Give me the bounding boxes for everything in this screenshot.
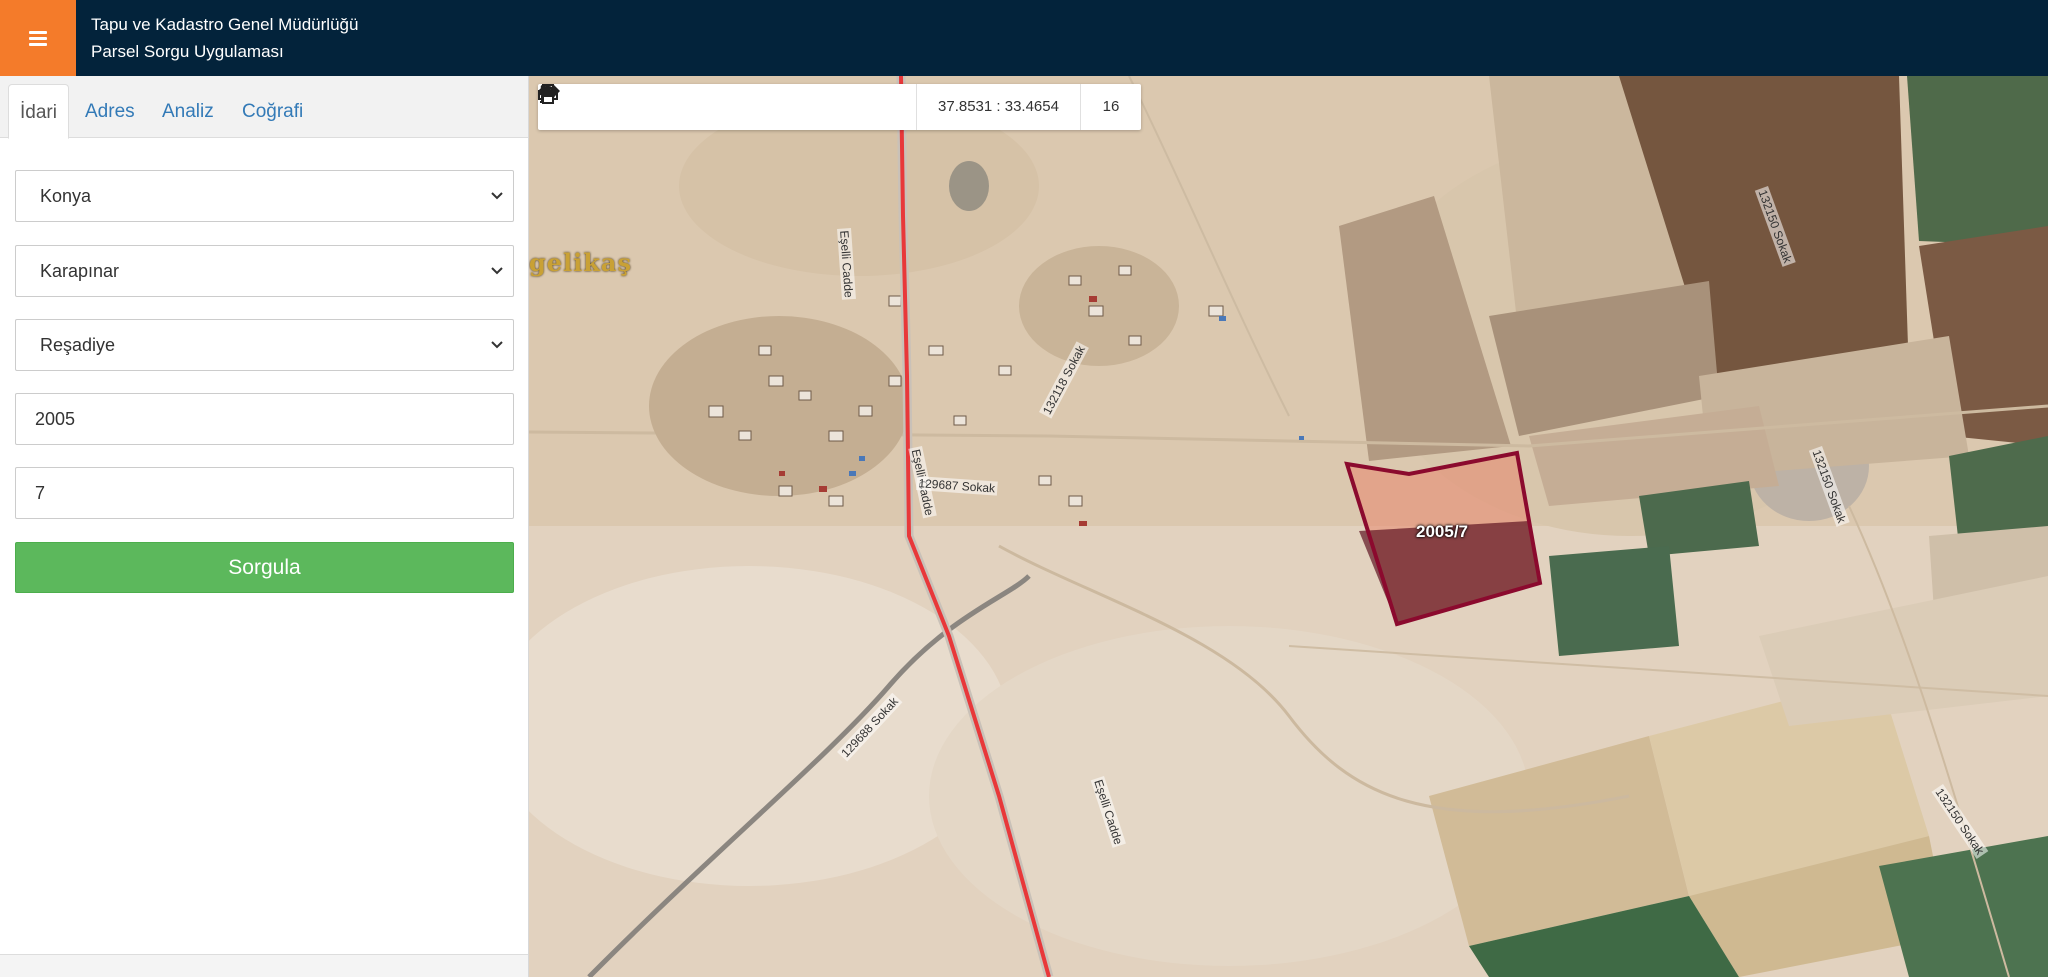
satellite-imagery [529, 76, 2048, 977]
block-number-input[interactable]: 2005 [15, 393, 514, 445]
neighborhood-select[interactable]: Reşadiye [15, 319, 514, 371]
province-select-value: Konya [40, 186, 92, 206]
tab-analiz[interactable]: Analiz [162, 84, 214, 139]
province-select[interactable]: Konya [15, 170, 514, 222]
info-button[interactable] [540, 84, 773, 130]
app-title-line2: Parsel Sorgu Uygulaması [91, 42, 284, 61]
query-panel: İdari Adres Analiz Coğrafi Konya Karapın… [0, 76, 529, 977]
refresh-button[interactable] [540, 84, 679, 130]
tab-idari[interactable]: İdari [8, 84, 69, 139]
tab-cografi[interactable]: Coğrafi [242, 84, 303, 139]
chevron-down-icon [491, 192, 503, 200]
query-button[interactable]: Sorgula [15, 542, 514, 593]
zoom-out-button[interactable] [540, 84, 632, 130]
printer-icon [538, 84, 558, 104]
chevron-down-icon [491, 267, 503, 275]
place-label: gelikaş [529, 248, 632, 277]
parcel-label: 2005/7 [1416, 522, 1468, 541]
app-header: Tapu ve Kadastro Genel Müdürlüğü Parsel … [0, 0, 2048, 76]
tab-adres[interactable]: Adres [85, 84, 135, 139]
neighborhood-select-value: Reşadiye [40, 335, 116, 355]
parcel-number-value: 7 [35, 483, 46, 503]
locate-button[interactable] [538, 84, 726, 130]
zoom-level-readout: 16 [1102, 98, 1120, 115]
favorite-button[interactable] [539, 84, 820, 130]
app-title: Tapu ve Kadastro Genel Müdürlüğü Parsel … [91, 11, 358, 65]
block-number-value: 2005 [35, 409, 76, 429]
measure-button[interactable] [538, 84, 867, 130]
menu-button[interactable] [0, 0, 76, 76]
map-view[interactable]: gelikaş 2005/7 Eşelli Cadde Eşelli Cadde… [529, 76, 2048, 977]
parcel-number-input[interactable]: 7 [15, 467, 514, 519]
query-tabs: İdari Adres Analiz Coğrafi [0, 76, 528, 139]
coordinates-readout: 37.8531 : 33.4654 [916, 84, 1081, 130]
map-toolbar: 37.8531 : 33.4654 16 [538, 84, 1141, 130]
district-select-value: Karapınar [40, 261, 120, 281]
print-button[interactable] [538, 84, 914, 130]
chevron-down-icon [491, 341, 503, 349]
panel-footer [0, 954, 528, 977]
district-select[interactable]: Karapınar [15, 245, 514, 297]
app-title-line1: Tapu ve Kadastro Genel Müdürlüğü [91, 15, 359, 34]
